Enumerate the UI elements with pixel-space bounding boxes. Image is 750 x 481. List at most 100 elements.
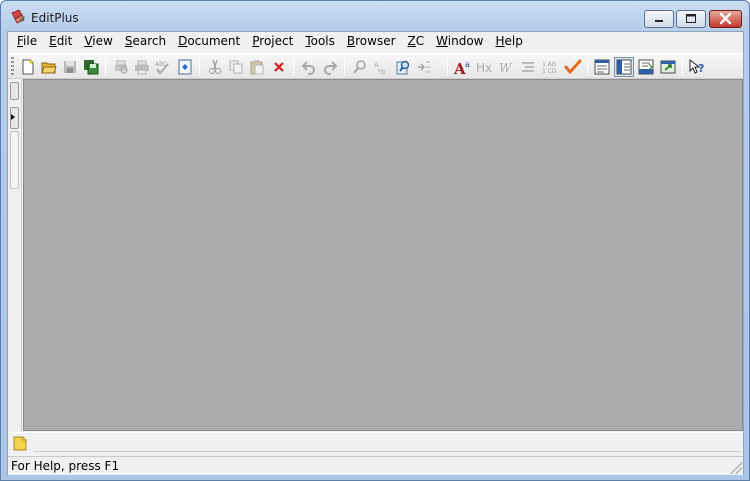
context-help-button[interactable]: ? (687, 57, 707, 77)
menu-help[interactable]: Help (489, 32, 528, 51)
maximize-button[interactable] (676, 10, 706, 28)
delete-icon (274, 62, 284, 72)
save-all-icon (84, 60, 99, 75)
menu-browser[interactable]: Browser (341, 32, 402, 51)
minimize-icon (655, 20, 663, 22)
svg-text:W: W (499, 61, 513, 75)
svg-text:A: A (374, 61, 379, 69)
triangle-right-icon (11, 114, 15, 120)
print-icon (135, 60, 149, 75)
menu-search[interactable]: Search (119, 32, 172, 51)
close-button[interactable] (709, 10, 742, 28)
cliptext-window-button[interactable] (614, 57, 634, 77)
redo-button[interactable] (320, 57, 340, 77)
svg-text:1 AB: 1 AB (542, 61, 556, 68)
side-panel-toggle[interactable] (10, 107, 19, 129)
open-file-button[interactable] (39, 57, 59, 77)
cliptext-window-icon (616, 59, 632, 75)
checkmark-icon (564, 59, 582, 75)
toolbar-separator (199, 58, 200, 76)
mdi-workspace[interactable] (23, 79, 743, 431)
side-panel-tab[interactable] (10, 82, 19, 100)
svg-text:a: a (465, 60, 470, 69)
maximize-icon (686, 14, 696, 23)
resize-grip[interactable] (730, 462, 742, 474)
title-bar[interactable]: EditPlus (1, 1, 749, 31)
menu-zc[interactable]: ZC (402, 32, 431, 51)
save-button[interactable] (60, 57, 80, 77)
directory-window-button[interactable] (592, 57, 612, 77)
context-help-icon: ? (689, 59, 704, 75)
main-toolbar: ABC A b A a Hx W 1 AB 1 CD ? (8, 53, 743, 79)
find-in-files-button[interactable] (393, 57, 413, 77)
save-icon (64, 61, 76, 73)
paste-icon (250, 60, 264, 75)
delete-button[interactable] (269, 57, 289, 77)
undo-button[interactable] (299, 57, 319, 77)
column-ruler-button[interactable]: 1 AB 1 CD (540, 57, 560, 77)
new-file-button[interactable] (18, 57, 38, 77)
word-wrap-button[interactable]: W (497, 57, 517, 77)
column-ruler-icon: 1 AB1 CD (542, 61, 557, 75)
directory-window-icon (594, 59, 610, 75)
output-window-icon (638, 59, 654, 75)
window-title: EditPlus (31, 11, 79, 25)
svg-text:1 CD: 1 CD (542, 68, 557, 75)
toolbar-separator (293, 58, 294, 76)
status-bar: For Help, press F1 (8, 456, 743, 475)
menu-edit[interactable]: Edit (43, 32, 78, 51)
font-icon: Aa (454, 60, 470, 76)
application-window: EditPlus File Edit View Search Document (0, 0, 750, 481)
full-screen-button[interactable] (658, 57, 678, 77)
output-window-button[interactable] (636, 57, 656, 77)
menu-view[interactable]: View (78, 32, 118, 51)
tab-bar-divider (34, 451, 741, 452)
menu-project[interactable]: Project (246, 32, 299, 51)
spell-check-button[interactable]: ABC (153, 57, 173, 77)
client-area: File Edit View Search Document Project T… (7, 31, 744, 475)
find-button[interactable] (350, 57, 370, 77)
menu-bar: File Edit View Search Document Project T… (8, 32, 743, 51)
editplus-app-icon[interactable] (10, 9, 26, 25)
menu-window[interactable]: Window (430, 32, 489, 51)
status-text: For Help, press F1 (11, 459, 120, 473)
print-preview-icon (115, 60, 128, 74)
toolbar-separator (344, 58, 345, 76)
open-folder-icon (41, 62, 57, 74)
toolbar-separator (682, 58, 683, 76)
check-button[interactable] (563, 57, 583, 77)
toolbar-grip[interactable] (11, 57, 14, 77)
replace-button[interactable]: Ab (371, 57, 391, 77)
paste-button[interactable] (247, 57, 267, 77)
cut-button[interactable] (205, 57, 225, 77)
copy-button[interactable] (226, 57, 246, 77)
menu-file[interactable]: File (11, 32, 43, 51)
goto-line-button[interactable] (414, 57, 434, 77)
spell-check-icon: ABC (155, 61, 169, 75)
save-all-button[interactable] (81, 57, 101, 77)
toolbar-separator (587, 58, 588, 76)
menu-document[interactable]: Document (172, 32, 246, 51)
word-wrap-icon: W (499, 61, 513, 75)
print-preview-button[interactable] (111, 57, 131, 77)
font-button[interactable]: Aa (453, 57, 473, 77)
view-in-browser-button[interactable] (175, 57, 195, 77)
html-heading-button[interactable]: Hx (475, 57, 495, 77)
minimize-button[interactable] (644, 10, 674, 28)
browser-view-icon (178, 59, 192, 75)
svg-text:?: ? (698, 62, 704, 75)
cut-icon (209, 59, 221, 74)
close-icon (719, 12, 732, 25)
document-tab-icon[interactable] (13, 435, 27, 451)
redo-icon (324, 61, 338, 75)
goto-line-icon (418, 61, 430, 73)
full-screen-icon (660, 60, 676, 74)
toolbar-separator (105, 58, 106, 76)
line-number-icon (522, 62, 534, 72)
line-number-button[interactable] (518, 57, 538, 77)
menu-tools[interactable]: Tools (299, 32, 341, 51)
svg-text:Hx: Hx (476, 61, 492, 75)
side-panel-tab[interactable] (10, 131, 19, 189)
side-panel-strip (8, 79, 22, 431)
print-button[interactable] (132, 57, 152, 77)
